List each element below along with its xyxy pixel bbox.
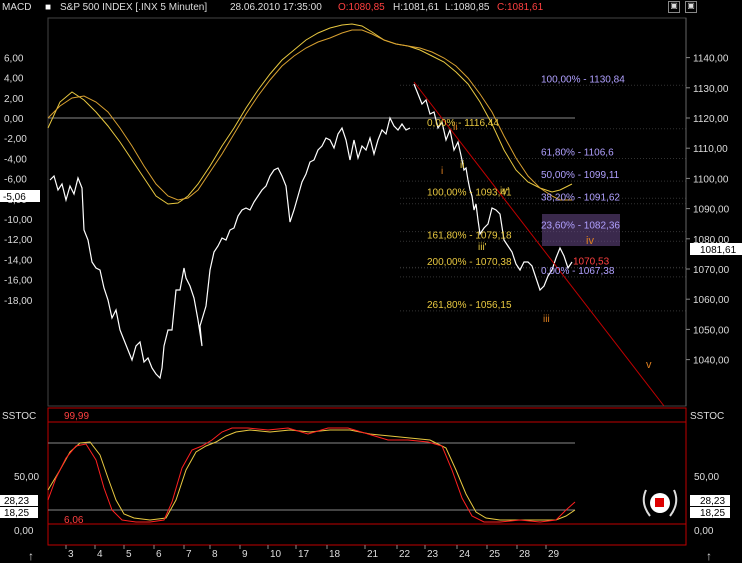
x-axis-tick: 6: [156, 549, 162, 560]
x-axis-tick: 3: [68, 549, 74, 560]
left-axis-tick: -12,00: [4, 235, 33, 246]
fib-level-label: 161,80% - 1079,18: [427, 230, 512, 241]
x-axis-tick: 25: [489, 549, 501, 560]
price-line: [49, 116, 411, 380]
wave-label-ii-small: ii: [460, 160, 464, 171]
right-axis-tick: 1100,00: [693, 174, 729, 185]
right-axis-tick: 1090,00: [693, 205, 730, 216]
left-axis-tick: -2,00: [4, 134, 27, 145]
fib-level-label: 61,80% - 1106,6: [541, 147, 614, 158]
x-axis-tick: 10: [270, 549, 282, 560]
x-axis-tick: 7: [186, 549, 192, 560]
sstoc-label-left: SSTOC: [2, 411, 36, 422]
x-axis-tick: 9: [242, 549, 248, 560]
right-axis-tick: 1040,00: [693, 356, 730, 367]
sstoc-tick-0-left: 0,00: [14, 526, 34, 537]
sstoc-label-right: SSTOC: [690, 411, 724, 422]
wave-label-ii: ii: [453, 122, 457, 133]
x-axis-tick: 8: [212, 549, 218, 560]
scroll-up-arrow-left-icon[interactable]: ↑: [28, 549, 34, 563]
right-axis-tick: 1140,00: [693, 54, 729, 65]
left-marker-value: -5,06: [3, 192, 26, 203]
scroll-up-arrow-right-icon[interactable]: ↑: [706, 549, 712, 563]
fib-level-label: 38,20% - 1091,62: [541, 193, 620, 204]
fib-level-label: 261,80% - 1056,15: [427, 300, 512, 311]
chart-window: MACD ■ S&P 500 INDEX [.INX 5 Minuten] 28…: [0, 0, 742, 563]
sstoc-value1-right: 28,23: [700, 496, 725, 507]
x-axis-tick: 21: [367, 549, 379, 560]
fib-level-label: 100,00% - 1130,84: [541, 74, 625, 85]
fib-level-label: 0,00% - 1067,38: [541, 266, 615, 277]
right-axis-tick: 1120,00: [693, 114, 729, 125]
left-axis-tick: 6,00: [4, 53, 24, 64]
left-axis-tick: -18,00: [4, 296, 33, 307]
left-axis-tick: -10,00: [4, 215, 33, 226]
right-axis-tick: 1130,00: [693, 84, 729, 95]
wave-label-iii: iii: [543, 314, 550, 325]
x-axis-tick: 4: [97, 549, 103, 560]
x-axis-tick: 18: [329, 549, 341, 560]
wave-label-iv: iv: [586, 235, 594, 247]
sstoc-lower-level: 6,06: [64, 515, 84, 526]
fib-labels: 100,00% - 1130,84 0,00% - 1116,44 61,80% -…: [427, 74, 625, 311]
left-axis-tick: -14,00: [4, 255, 33, 266]
left-axis: 6,004,002,000,00-2,00-4,00-6,00-8,00-10,…: [4, 53, 33, 306]
sstoc-value2-left: 18,25: [4, 508, 29, 519]
wave-label-i: i: [441, 166, 443, 177]
left-axis-tick: -6,00: [4, 175, 27, 186]
right-axis: 1140,00 1130,00 1120,00 1110,00 1100,00 1090,…: [686, 54, 730, 367]
x-axis-tick: 22: [399, 549, 411, 560]
sstoc-tick-50-right: 50,00: [694, 472, 719, 483]
sstoc-value1-left: 28,23: [4, 496, 29, 507]
sstoc-fast-line: [47, 427, 576, 523]
left-axis-tick: 2,00: [4, 94, 24, 105]
x-axis-tick: 5: [126, 549, 132, 560]
x-axis-tick: 24: [459, 549, 471, 560]
ma-orange-line: [47, 29, 572, 201]
fib-level-label: 50,00% - 1099,11: [541, 170, 620, 181]
left-axis-tick: -4,00: [4, 154, 27, 165]
trend-line: [413, 81, 665, 407]
fib-level-label: 23,60% - 1082,36: [541, 221, 620, 232]
right-marker-value: 1081,61: [700, 245, 737, 256]
left-axis-tick: -16,00: [4, 276, 33, 287]
wave-label-iv-prime: iv': [500, 186, 509, 197]
sstoc-tick-50-left: 50,00: [14, 472, 39, 483]
chart-svg: 100,00% - 1130,84 0,00% - 1116,44 61,80% -…: [0, 17, 742, 563]
left-axis-tick: 4,00: [4, 74, 24, 85]
right-axis-tick: 1070,00: [693, 265, 730, 276]
right-axis-tick: 1060,00: [693, 295, 730, 306]
fib-level-label: 200,00% - 1070,38: [427, 257, 512, 268]
x-axis-tick: 17: [298, 549, 310, 560]
wave-label-iii-prime: iii': [478, 242, 487, 253]
left-axis-tick: 0,00: [4, 114, 24, 125]
x-axis-tick: 23: [427, 549, 439, 560]
fib-level-label: 0,00% - 1116,44: [427, 118, 499, 129]
laurel-logo-icon: [642, 489, 678, 517]
sstoc-upper-level: 99,99: [64, 411, 89, 422]
x-axis-tick: 28: [519, 549, 531, 560]
right-axis-tick: 1050,00: [693, 325, 730, 336]
x-axis-tick: 29: [548, 549, 560, 560]
sstoc-tick-0-right: 0,00: [694, 526, 714, 537]
wave-labels: i ii ii iii' iv' iv iii v: [441, 122, 652, 371]
sstoc-value2-right: 18,25: [700, 508, 725, 519]
wave-label-v: v: [646, 359, 652, 371]
right-axis-tick: 1110,00: [693, 144, 728, 155]
x-axis: 3 4 5 6 7 8 9 10 17 18 21 22 23 24 25 28 29: [65, 545, 560, 560]
